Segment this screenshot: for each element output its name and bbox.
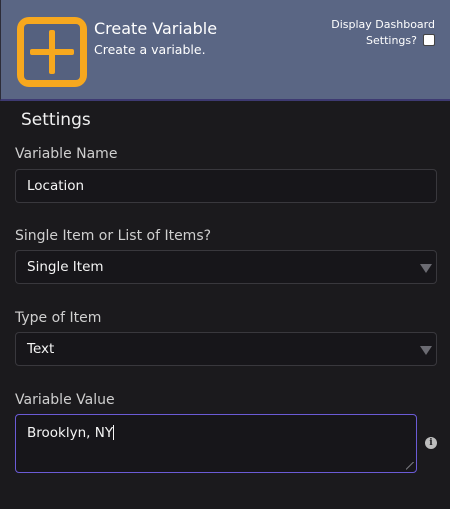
info-icon[interactable]: i [425,437,437,449]
settings-section-title: Settings [21,110,91,130]
item-mode-select[interactable]: Single Item [15,250,437,284]
dashboard-settings-checkbox[interactable] [423,34,435,46]
item-mode-label: Single Item or List of Items? [15,228,212,244]
dashboard-settings-toggle[interactable]: Display Dashboard Settings? [325,17,435,49]
item-type-select[interactable]: Text [15,332,437,366]
resize-handle-icon[interactable] [406,462,414,470]
variable-name-input[interactable]: Location [15,169,437,203]
page-title: Create Variable [94,19,218,38]
header-panel: Create Variable Create a variable. Displ… [0,0,450,101]
text-caret [113,425,115,440]
variable-value-text: Brooklyn, NY [27,425,114,441]
dashboard-settings-label-line1: Display Dashboard [331,18,435,31]
item-type-selected-value: Text [27,341,55,357]
variable-value-label: Variable Value [15,392,115,408]
plus-square-icon [17,17,87,87]
variable-value-textarea[interactable]: Brooklyn, NY [15,414,417,473]
dropdown-arrow-icon [420,264,432,273]
page-subtitle: Create a variable. [94,42,206,57]
item-mode-selected-value: Single Item [27,259,104,275]
variable-name-label: Variable Name [15,146,118,162]
dashboard-settings-label-line2: Settings? [366,34,417,47]
dropdown-arrow-icon [420,346,432,355]
item-type-label: Type of Item [15,310,102,326]
